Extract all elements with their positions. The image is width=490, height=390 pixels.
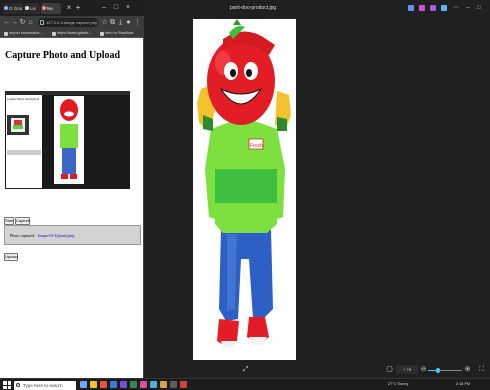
tab-list[interactable]: Lis <box>24 3 40 14</box>
photo-viewer-window: pant-doo-product.jpg ⋯ – □ Fresh ⤢ ▢ + 7… <box>144 0 490 378</box>
profile-icon[interactable]: ● <box>125 19 132 26</box>
captured-screenshot-preview: Capture Photo and Upload <box>5 91 130 189</box>
page-favicon-icon <box>25 6 29 10</box>
bookmark-label: https://www.gstatic... <box>57 31 92 35</box>
minimize-icon[interactable]: – <box>100 4 108 12</box>
search-icon <box>16 382 20 387</box>
page-favicon-icon <box>42 6 46 10</box>
close-icon[interactable]: × <box>124 4 132 12</box>
desktop: G Goo Lis Ne × + – □ × ← → ↻ ⌂ 127.0.0.1… <box>0 0 490 390</box>
home-icon[interactable]: ⌂ <box>27 19 34 26</box>
downloads-icon[interactable]: ⤓ <box>117 19 124 26</box>
mascot-thumbnail-icon <box>60 99 78 179</box>
zoom-in-icon[interactable]: ⊕ <box>464 366 471 373</box>
preview-video-thumbnail-icon <box>11 118 25 132</box>
navigation-bar: ← → ↻ ⌂ 127.0.0.1/Image capture.php ☆ ⧉ … <box>0 16 144 29</box>
mascot-photo: Fresh <box>197 19 291 347</box>
tab-strip: G Goo Lis Ne × + – □ × <box>0 0 144 16</box>
zoom-slider[interactable] <box>428 368 462 373</box>
status-value: Image-01-Upload.jpeg <box>38 233 75 238</box>
address-text: 127.0.0.1/Image capture.php <box>46 20 98 25</box>
app-icon[interactable] <box>160 381 167 388</box>
google-favicon-icon <box>4 6 8 10</box>
bookmark-rankflow[interactable]: Intro to Rankflow <box>100 30 142 37</box>
photo-canvas: Fresh <box>193 19 296 360</box>
status-box: Photo captured: Image-01-Upload.jpeg <box>4 225 141 245</box>
app-icon[interactable] <box>180 381 187 388</box>
bookmark-label: Intro to Rankflow <box>105 31 134 35</box>
bookmark-star-icon[interactable]: ☆ <box>101 19 108 26</box>
minimize-icon[interactable]: – <box>466 5 472 11</box>
tab-active[interactable]: Ne <box>41 3 61 14</box>
tab-label: G Goo <box>9 6 23 11</box>
share-icon[interactable] <box>430 5 436 11</box>
windows-start-icon[interactable] <box>3 381 11 389</box>
app-icon[interactable] <box>170 381 177 388</box>
preview-title: Capture Photo and Upload <box>7 97 39 101</box>
back-icon[interactable]: ← <box>3 19 10 26</box>
shirt-logo-text: Fresh <box>250 143 263 149</box>
status-label: Photo captured: <box>10 233 36 238</box>
edit-icon[interactable] <box>419 5 425 11</box>
preview-video <box>7 115 29 135</box>
fit-window-icon[interactable]: ▢ <box>386 366 393 373</box>
new-tab-icon[interactable]: + <box>74 4 82 12</box>
capture-button[interactable]: Capture <box>15 217 30 225</box>
tab-label: Lis <box>30 6 36 11</box>
browser-taskbar-icon[interactable] <box>100 381 107 388</box>
page-title: Capture Photo and Upload <box>5 50 121 61</box>
search-placeholder: Type here to search <box>23 382 63 388</box>
bookmark-import[interactable]: Import bookmarks... <box>4 30 48 37</box>
preview-page: Capture Photo and Upload <box>6 95 42 188</box>
address-bar[interactable]: 127.0.0.1/Image capture.php <box>38 18 98 27</box>
photos-icon[interactable] <box>150 381 157 388</box>
more-icon[interactable]: ⋯ <box>453 5 459 11</box>
bookmark-icon <box>52 31 56 36</box>
slideshow-icon[interactable]: ⤢ <box>242 366 249 373</box>
upload-button[interactable]: Upload <box>4 253 18 261</box>
add-to-album-icon[interactable] <box>408 5 414 11</box>
start-button[interactable]: Start <box>4 217 14 225</box>
forward-icon[interactable]: → <box>11 19 18 26</box>
viewer-bottom-bar: ⤢ ▢ + 78 ⊖ ⊕ ⛶ <box>144 362 490 378</box>
edge-icon[interactable] <box>110 381 117 388</box>
page-content: Capture Photo and Upload Capture Photo a… <box>0 38 143 378</box>
tab-close-icon[interactable]: × <box>65 4 73 12</box>
preview-divider <box>7 150 41 155</box>
taskbar: Type here to search 27°C Sunny 2:18 PM <box>0 378 490 390</box>
preview-mascot-image <box>54 96 84 184</box>
taskbar-search-box[interactable]: Type here to search <box>14 380 76 390</box>
app-icon[interactable] <box>140 381 147 388</box>
zoom-value-box[interactable]: + 78 <box>396 365 418 374</box>
fullscreen-icon[interactable]: ⛶ <box>478 366 485 373</box>
maximize-icon[interactable]: □ <box>477 5 483 11</box>
zoom-slider-thumb[interactable] <box>435 368 440 373</box>
info-icon[interactable] <box>441 5 447 11</box>
lock-icon <box>40 20 44 25</box>
reload-icon[interactable]: ↻ <box>19 19 26 26</box>
bookmarks-bar: Import bookmarks... https://www.gstatic.… <box>0 29 144 38</box>
bookmark-icon <box>100 31 104 36</box>
app-icon[interactable] <box>120 381 127 388</box>
task-view-icon[interactable] <box>80 381 87 388</box>
viewer-title: pant-doo-product.jpg <box>230 5 277 11</box>
menu-icon[interactable]: ⋮ <box>134 19 141 26</box>
zoom-out-icon[interactable]: ⊖ <box>420 366 427 373</box>
file-explorer-icon[interactable] <box>90 381 97 388</box>
bookmark-label: Import bookmarks... <box>9 31 43 35</box>
tab-label: Ne <box>47 6 53 11</box>
maximize-icon[interactable]: □ <box>112 4 120 12</box>
tab-google[interactable]: G Goo <box>3 3 23 14</box>
app-icon[interactable] <box>130 381 137 388</box>
browser-window: G Goo Lis Ne × + – □ × ← → ↻ ⌂ 127.0.0.1… <box>0 0 144 378</box>
extensions-icon[interactable]: ⧉ <box>109 19 116 26</box>
bookmark-gstatic[interactable]: https://www.gstatic... <box>52 30 96 37</box>
weather-text[interactable]: 27°C Sunny <box>388 382 408 386</box>
bookmark-icon <box>4 31 8 36</box>
clock-text[interactable]: 2:18 PM <box>456 382 470 386</box>
